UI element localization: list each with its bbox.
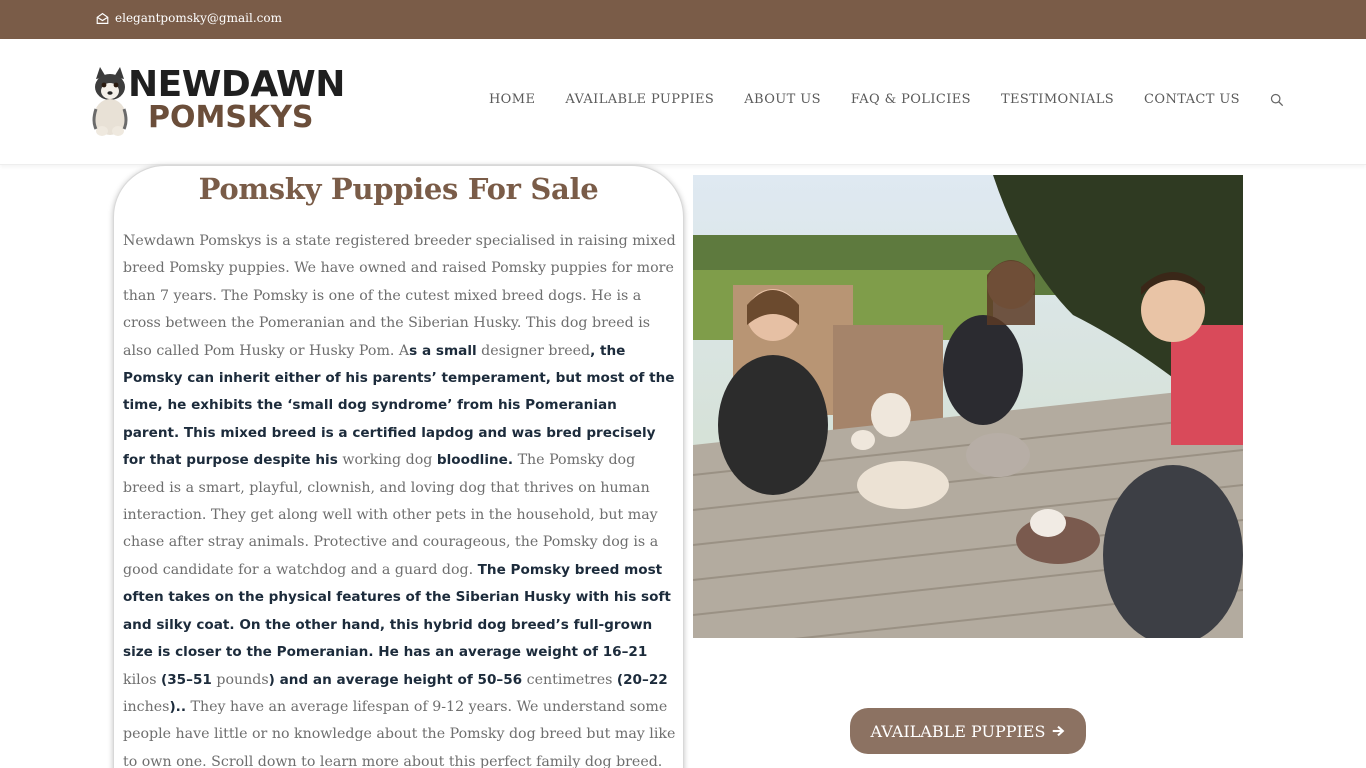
intro-segment-bold: s a small: [409, 342, 477, 359]
intro-segment-bold: (20–22: [616, 671, 668, 688]
available-puppies-button[interactable]: AVAILABLE PUPPIES: [850, 708, 1086, 754]
available-puppies-button-label: AVAILABLE PUPPIES: [870, 721, 1046, 741]
intro-segment: Newdawn Pomskys is a state registered br…: [123, 233, 676, 359]
intro-segment-bold: )..: [169, 698, 186, 715]
intro-segment-bold: (35–51: [161, 671, 212, 688]
intro-segment: inches: [123, 698, 170, 715]
site-header: NEWDAWN POMSKYS HOME AVAILABLE PUPPIES A…: [0, 39, 1366, 165]
top-bar: elegantpomsky@gmail.com: [0, 0, 1366, 39]
nav-testimonials[interactable]: TESTIMONIALS: [1001, 92, 1114, 107]
logo-text-pomskys: POMSKYS: [148, 100, 314, 135]
contact-email[interactable]: elegantpomsky@gmail.com: [96, 11, 282, 25]
intro-segment-bold: bloodline.: [436, 452, 514, 469]
intro-segment: The Pomsky dog breed is a smart, playful…: [123, 452, 659, 578]
intro-segment: designer breed: [476, 342, 591, 359]
page-title: Pomsky Puppies For Sale: [198, 172, 599, 206]
nav-home[interactable]: HOME: [489, 92, 535, 107]
intro-text: Newdawn Pomskys is a state registered br…: [123, 228, 677, 768]
intro-segment-bold: ) and an average height of 50–56: [268, 671, 523, 688]
intro-segment: They have an average lifespan of 9-12 ye…: [123, 698, 676, 768]
email-text[interactable]: elegantpomsky@gmail.com: [115, 11, 282, 25]
puppies-photo: [693, 175, 1243, 638]
intro-segment: pounds: [211, 671, 269, 688]
nav-available-puppies[interactable]: AVAILABLE PUPPIES: [565, 92, 714, 107]
intro-segment-bold: , the Pomsky can inherit either of his p…: [123, 342, 675, 469]
intro-card: Pomsky Puppies For Sale Newdawn Pomskys …: [113, 165, 684, 768]
main-nav: HOME AVAILABLE PUPPIES ABOUT US FAQ & PO…: [459, 92, 1284, 107]
nav-contact-us[interactable]: CONTACT US: [1144, 92, 1240, 107]
intro-segment: working dog: [337, 452, 437, 469]
nav-about-us[interactable]: ABOUT US: [744, 92, 821, 107]
nav-faq-policies[interactable]: FAQ & POLICIES: [851, 92, 971, 107]
site-logo[interactable]: NEWDAWN POMSKYS: [88, 63, 345, 141]
logo-text-newdawn: NEWDAWN: [128, 64, 345, 105]
search-icon[interactable]: [1270, 93, 1284, 107]
pomsky-logo-icon: [92, 67, 128, 136]
arrow-right-icon: [1053, 725, 1065, 737]
intro-segment: kilos: [123, 671, 162, 688]
envelope-icon: [96, 12, 109, 24]
intro-segment: centimetres: [522, 671, 617, 688]
